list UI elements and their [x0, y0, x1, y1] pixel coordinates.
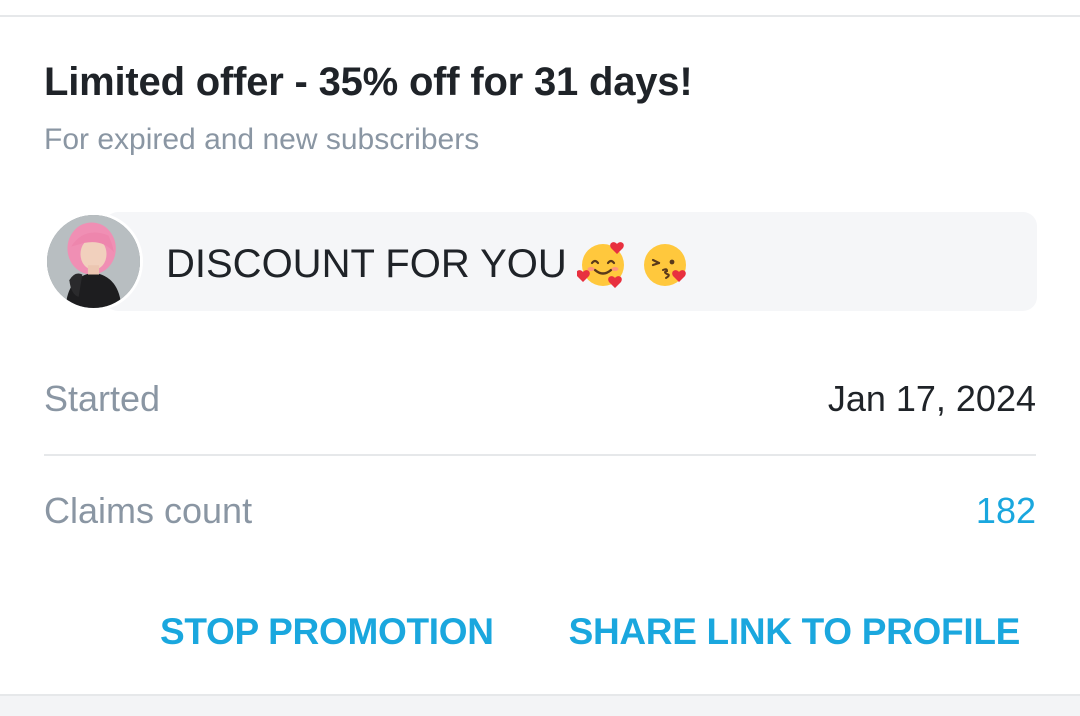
- smiling-face-with-hearts-icon: [576, 238, 629, 290]
- claims-count-label: Claims count: [44, 490, 253, 531]
- face-blowing-kiss-icon: [639, 238, 691, 290]
- top-divider: [0, 15, 1080, 17]
- avatar[interactable]: [44, 212, 143, 311]
- promotion-title: Limited offer - 35% off for 31 days!: [44, 60, 693, 104]
- details-divider: [44, 454, 1036, 456]
- avatar-image: [47, 215, 140, 308]
- promotion-message-row: DISCOUNT FOR YOU: [44, 212, 1037, 311]
- started-value: Jan 17, 2024: [827, 378, 1036, 419]
- bottom-divider: [0, 694, 1080, 716]
- promotion-card: Limited offer - 35% off for 31 days! For…: [0, 0, 1080, 716]
- promotion-message-text: DISCOUNT FOR YOU: [166, 241, 567, 286]
- share-link-to-profile-button[interactable]: SHARE LINK TO PROFILE: [569, 611, 1021, 653]
- promotion-subtitle: For expired and new subscribers: [44, 123, 480, 156]
- stop-promotion-button[interactable]: STOP PROMOTION: [160, 611, 494, 653]
- claims-count-value[interactable]: 182: [976, 490, 1036, 532]
- promotion-message: DISCOUNT FOR YOU: [166, 238, 691, 290]
- started-label: Started: [44, 378, 161, 419]
